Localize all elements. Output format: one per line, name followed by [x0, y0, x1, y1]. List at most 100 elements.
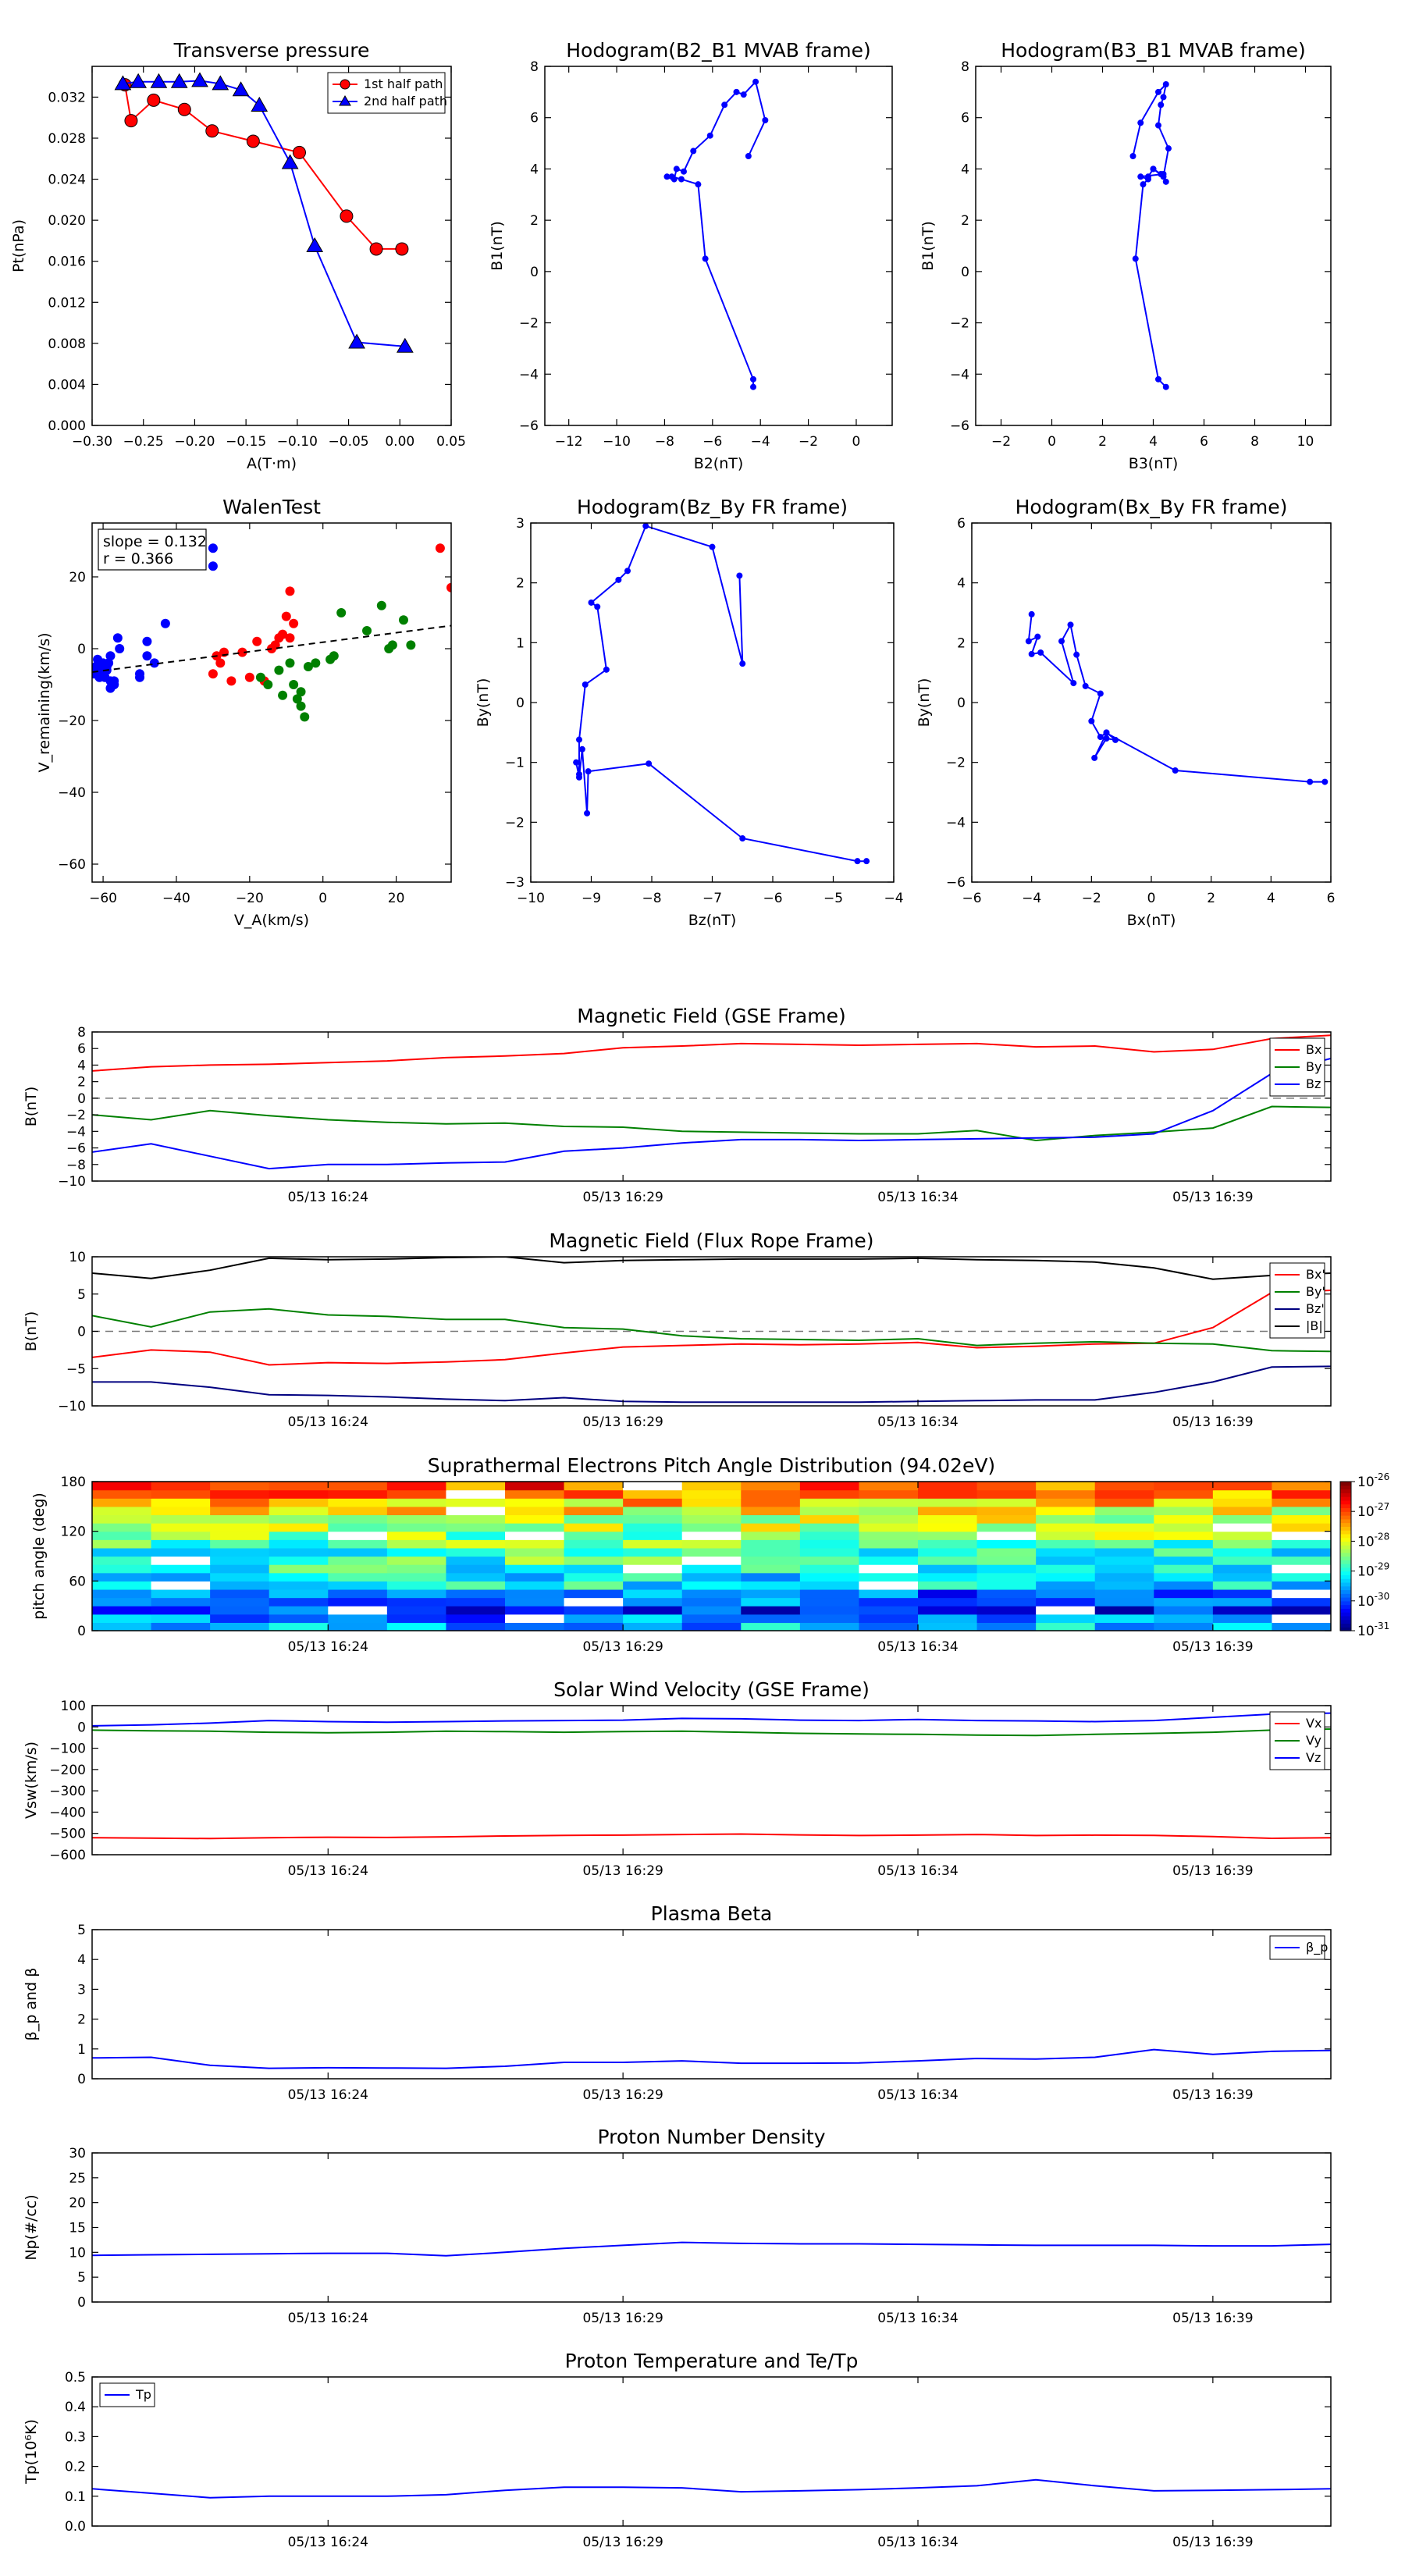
heatmap-cell	[386, 1606, 447, 1615]
heatmap-cell	[505, 1572, 565, 1582]
heatmap-cell	[446, 1556, 506, 1565]
heatmap-cell	[505, 1581, 565, 1590]
heatmap-cell	[859, 1556, 919, 1565]
scatter-point	[93, 654, 103, 664]
scatter-point	[115, 644, 125, 653]
y-tick-label: −6	[66, 1141, 86, 1157]
y-axis-label: V_remaining(km/s)	[36, 632, 53, 772]
y-axis-label: By(nT)	[916, 678, 933, 728]
heatmap-cell	[1212, 1589, 1273, 1599]
heatmap-cell	[328, 1547, 388, 1557]
panel-hxy: Hodogram(Bx_By FR frame) −6 −4 −2 0 2 4 6 −6 −4 −2…	[916, 496, 1335, 929]
series-line-Tp	[92, 2478, 1331, 2499]
scatter-point	[208, 543, 218, 553]
data-point	[150, 73, 168, 88]
heatmap-cell	[92, 1539, 152, 1549]
scatter-point	[329, 651, 339, 661]
heatmap-cell	[92, 1482, 152, 1491]
y-tick-label: 4	[957, 576, 966, 592]
axes-frame	[91, 2376, 1332, 2527]
data-point	[340, 209, 354, 223]
x-tick-label: 05/13 16:29	[582, 1190, 663, 1205]
data-point	[576, 736, 582, 743]
heatmap-cell	[623, 1597, 683, 1606]
heatmap-cell	[151, 1572, 211, 1582]
y-tick-label: 0.2	[65, 2460, 86, 2475]
y-tick-label: 0.5	[65, 2370, 86, 2386]
data-point	[1058, 638, 1065, 645]
heatmap-cell	[1272, 1506, 1331, 1516]
heatmap-cell	[681, 1556, 742, 1565]
data-point	[1172, 767, 1179, 774]
colorbar-segment	[1340, 1507, 1351, 1512]
heatmap-cell	[446, 1482, 506, 1491]
heatmap-cell	[151, 1622, 211, 1631]
x-tick-label: 6	[1200, 434, 1208, 450]
series-line-Vy	[92, 1728, 1331, 1737]
x-tick-label: 05/13 16:29	[582, 1863, 663, 1879]
y-axis-label: B(nT)	[23, 1087, 40, 1127]
heatmap-cell	[269, 1622, 329, 1631]
data-point	[646, 760, 653, 767]
data-point	[1129, 153, 1136, 159]
heatmap-cell	[386, 1506, 447, 1516]
chart-title: WalenTest	[222, 496, 321, 518]
heatmap-cell	[1272, 1498, 1331, 1507]
data-point	[1150, 165, 1157, 173]
data-point	[594, 603, 601, 610]
x-tick-label: −6	[702, 434, 722, 450]
heatmap-cell	[564, 1622, 624, 1631]
heatmap-cell	[1154, 1572, 1214, 1582]
x-tick-label: 05/13 16:24	[288, 1639, 368, 1655]
heatmap-cell	[269, 1498, 329, 1507]
heatmap-cell	[859, 1572, 919, 1582]
x-tick-label: 05/13 16:34	[877, 1639, 958, 1655]
plot-area-np	[92, 2241, 1331, 2257]
series-line-By	[92, 1105, 1331, 1142]
heatmap-cell	[1272, 1523, 1331, 1532]
data-point	[1160, 173, 1167, 180]
heatmap-cell	[151, 1606, 211, 1615]
chart-title: Hodogram(B2_B1 MVAB frame)	[566, 39, 871, 62]
data-point	[1067, 621, 1074, 628]
x-tick-label: 05/13 16:34	[877, 2087, 958, 2103]
y-tick-label: 0.020	[48, 213, 86, 229]
data-point	[690, 148, 697, 155]
heatmap-cell	[151, 1581, 211, 1590]
x-tick-label: 0	[318, 891, 327, 906]
scatter-point	[387, 640, 397, 650]
heatmap-cell	[328, 1564, 388, 1574]
colorbar-segment	[1340, 1597, 1351, 1602]
colorbar-segment	[1340, 1623, 1351, 1628]
heatmap-cell	[505, 1556, 565, 1565]
heatmap-cell	[741, 1564, 801, 1574]
axes-frame	[91, 522, 452, 883]
heatmap-cell	[741, 1506, 801, 1516]
heatmap-cell	[92, 1589, 152, 1599]
heatmap-cell	[210, 1547, 270, 1557]
heatmap-cell	[564, 1614, 624, 1623]
data-point	[1162, 383, 1169, 390]
heatmap-cell	[1154, 1556, 1214, 1565]
heatmap-cell	[1036, 1547, 1096, 1557]
heatmap-cell	[741, 1489, 801, 1499]
panel-hzy: Hodogram(Bz_By FR frame)−10 −9 −8 −7 −6 −5 −4−…	[475, 496, 904, 929]
x-tick-label: 05/13 16:24	[288, 1414, 368, 1430]
heatmap-cell	[151, 1482, 211, 1491]
heatmap-cell	[976, 1606, 1037, 1615]
heatmap-cell	[151, 1498, 211, 1507]
heatmap-cell	[564, 1531, 624, 1540]
heatmap-cell	[564, 1498, 624, 1507]
heatmap-cell	[446, 1572, 506, 1582]
heatmap-cell	[799, 1597, 860, 1606]
data-point	[1307, 778, 1314, 785]
heatmap-cell	[505, 1489, 565, 1499]
heatmap-cell	[976, 1506, 1037, 1516]
x-axis-label: A(T·m)	[247, 455, 297, 472]
heatmap-cell	[799, 1589, 860, 1599]
heatmap-cell	[151, 1614, 211, 1623]
heatmap-cell	[92, 1572, 152, 1582]
heatmap-cell	[386, 1564, 447, 1574]
x-tick-label: −8	[642, 891, 661, 906]
heatmap-cell	[446, 1506, 506, 1516]
